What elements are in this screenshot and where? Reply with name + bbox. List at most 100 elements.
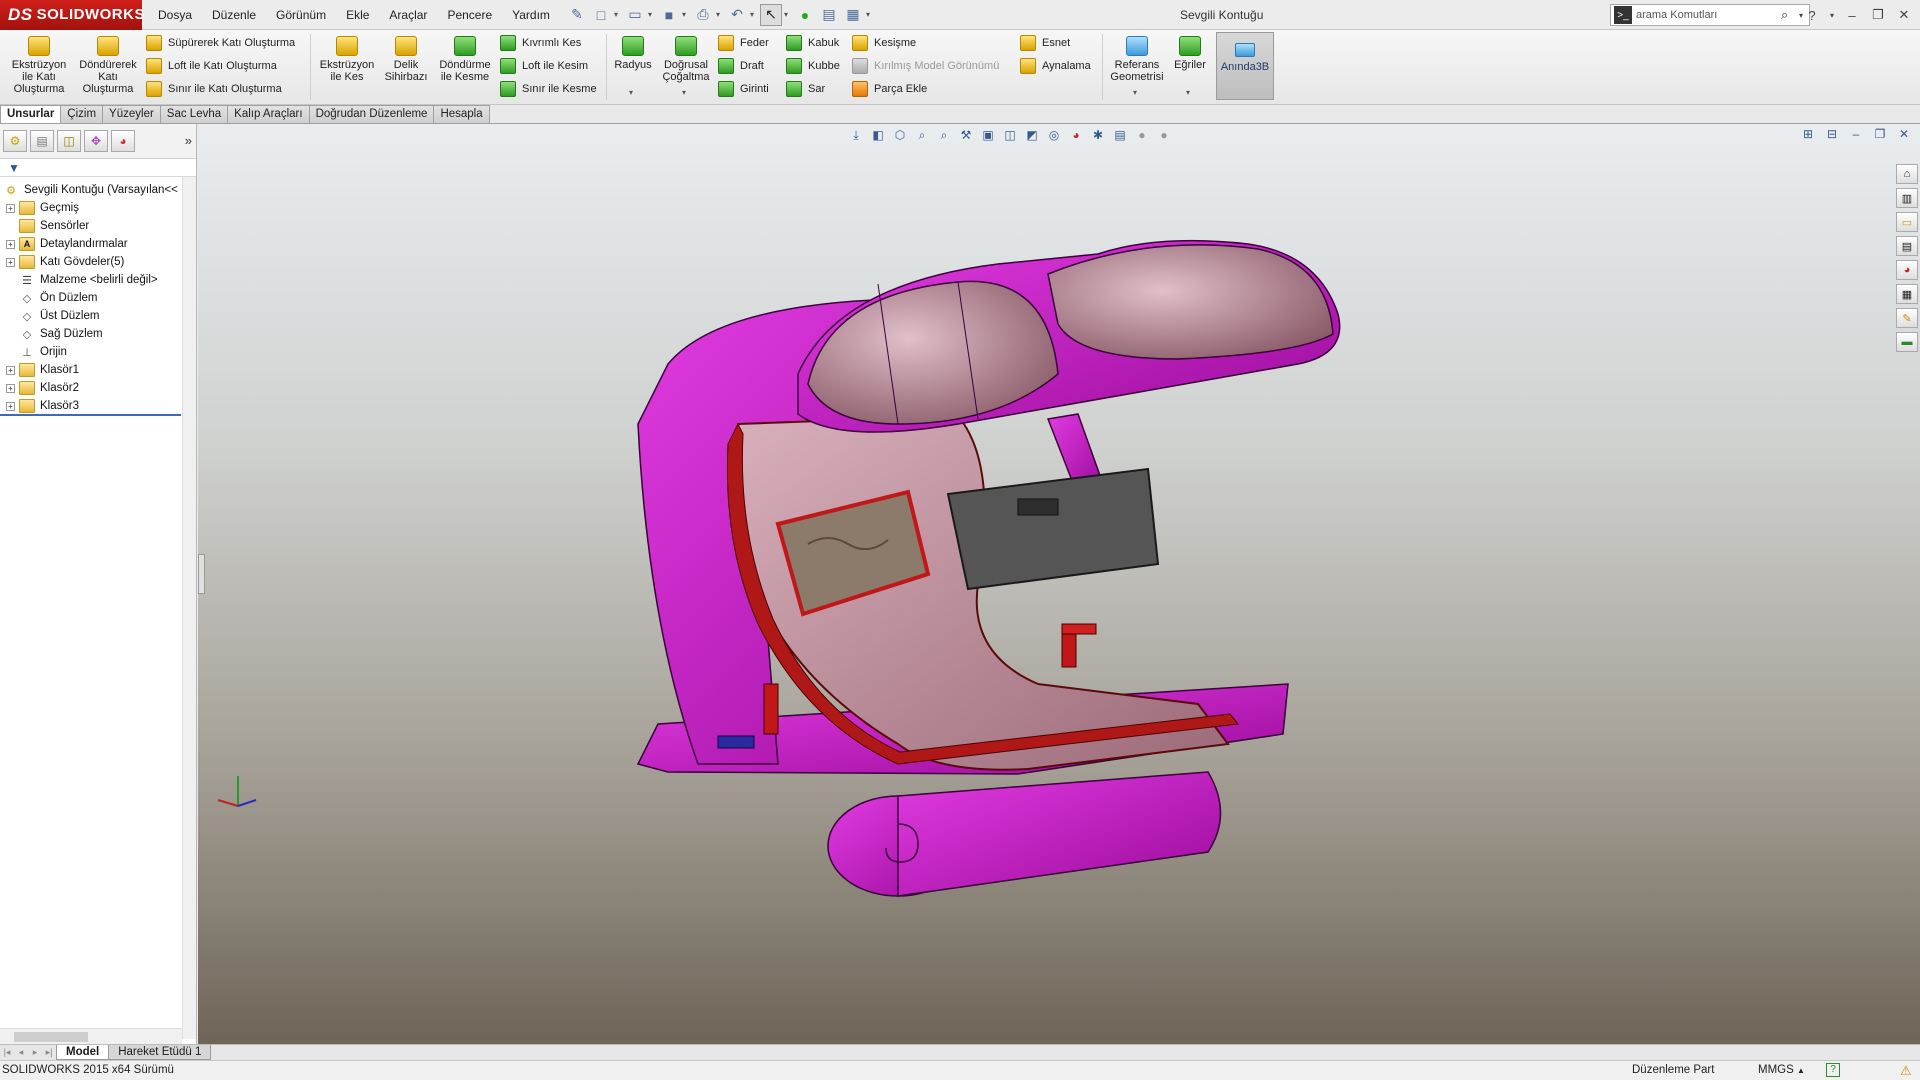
search-input[interactable]: arama Komutları [1636,9,1781,21]
dimxpert-tab-icon[interactable]: ✥ [84,130,108,152]
loft-boss-button[interactable]: Loft ile Katı Oluşturma [146,56,277,76]
open-folder-icon[interactable]: ▭ [624,4,646,26]
loft-cut-button[interactable]: Loft ile Kesim [500,56,588,76]
expand-panel-icon[interactable]: » [185,133,192,148]
tree-item-folder1[interactable]: + Klasör1 [0,361,79,379]
menu-help[interactable]: Yardım [502,0,560,30]
curves-dropdown-icon[interactable]: ▾ [1186,88,1190,97]
tree-item-sensors[interactable]: Sensörler [0,217,89,235]
tree-item-folder2[interactable]: + Klasör2 [0,379,79,397]
tree-item-annotations[interactable]: + A Detaylandırmalar [0,235,128,253]
menu-edit[interactable]: Düzenle [202,0,266,30]
pattern-dropdown-icon[interactable]: ▾ [682,88,686,97]
swept-cut-button[interactable]: Kıvrımlı Kes [500,33,581,53]
shell-button[interactable]: Kabuk [786,33,839,53]
tab-sheet-metal[interactable]: Sac Levha [159,105,229,123]
first-tab-icon[interactable]: |◂ [0,1046,14,1060]
flex-button[interactable]: Esnet [1020,33,1070,53]
print-icon[interactable]: ⎙ [692,4,714,26]
dome-button[interactable]: Kubbe [786,56,840,76]
menu-window[interactable]: Pencere [437,0,502,30]
new-dropdown-icon[interactable]: ▾ [614,10,622,19]
tab-motion-study[interactable]: Hareket Etüdü 1 [108,1045,212,1060]
mirror-button[interactable]: Aynalama [1020,56,1091,76]
scroll-thumb[interactable] [14,1032,88,1042]
tab-mold-tools[interactable]: Kalıp Araçları [227,105,310,123]
print-dropdown-icon[interactable]: ▾ [716,10,724,19]
tree-item-folder3[interactable]: + Klasör3 [0,397,79,415]
tree-item-history[interactable]: + Geçmiş [0,199,79,217]
tree-item-top-plane[interactable]: ◇ Üst Düzlem [0,307,100,325]
menu-view[interactable]: Görünüm [266,0,336,30]
tree-root[interactable]: ⚙ Sevgili Kontuğu (Varsayılan<< [0,181,178,199]
revolve-cut-button[interactable]: Döndürme ile Kesme [436,36,494,83]
property-manager-tab-icon[interactable]: ▤ [30,130,54,152]
tab-features[interactable]: Unsurlar [0,105,62,123]
search-icon[interactable]: ⌕ [1781,7,1799,23]
tree-vertical-scrollbar[interactable] [182,177,196,1039]
file-properties-icon[interactable]: ▤ [818,4,840,26]
tree-item-origin[interactable]: ⊥ Orijin [0,343,67,361]
status-help-icon[interactable]: ? [1826,1063,1840,1077]
extrude-cut-button[interactable]: Ekstrüzyon ile Kes [316,36,378,83]
select-dropdown-icon[interactable]: ▾ [784,10,792,19]
tree-item-right-plane[interactable]: ◇ Sağ Düzlem [0,325,103,343]
select-arrow-icon[interactable]: ↖ [759,3,782,26]
insert-part-button[interactable]: Parça Ekle [852,79,927,99]
expand-icon[interactable]: + [6,239,15,249]
new-document-icon[interactable]: □ [590,4,612,26]
restore-icon[interactable]: ❐ [1868,5,1888,25]
tab-surfaces[interactable]: Yüzeyler [102,105,161,123]
indent-button[interactable]: Girinti [718,79,769,99]
minimize-icon[interactable]: – [1842,5,1862,25]
save-icon[interactable]: ■ [658,4,680,26]
menu-insert[interactable]: Ekle [336,0,379,30]
rib-button[interactable]: Feder [718,33,769,53]
tab-evaluate[interactable]: Hesapla [433,105,490,123]
undo-icon[interactable]: ↶ [726,4,748,26]
tree-horizontal-scrollbar[interactable] [0,1028,182,1044]
rebuild-warning-icon[interactable]: ⚠ [1900,1063,1912,1079]
rebuild-traffic-light-icon[interactable]: ● [794,4,816,26]
hole-wizard-button[interactable]: Delik Sihirbazı [380,36,432,83]
search-commands-box[interactable]: >_ arama Komutları ⌕ ▾ [1610,4,1810,26]
open-dropdown-icon[interactable]: ▾ [648,10,656,19]
feature-manager-tab-icon[interactable]: ⚙ [3,130,27,152]
ref-geometry-dropdown-icon[interactable]: ▾ [1133,88,1137,97]
fillet-button[interactable]: Radyus [612,36,654,71]
sweep-boss-button[interactable]: Süpürerek Katı Oluşturma [146,33,295,53]
expand-icon[interactable]: + [6,203,15,213]
solidworks-logo[interactable]: DS SOLIDWORKS [0,0,144,30]
tab-sketch[interactable]: Çizim [60,105,104,123]
pin-icon[interactable]: ✎ [566,4,588,26]
tree-item-solid-bodies[interactable]: + Katı Gövdeler(5) [0,253,124,271]
last-tab-icon[interactable]: ▸| [42,1046,56,1060]
next-tab-icon[interactable]: ▸ [28,1046,42,1060]
unit-system-button[interactable]: MMGS ▲ [1758,1064,1805,1076]
display-manager-tab-icon[interactable]: ◕ [111,130,135,152]
undo-dropdown-icon[interactable]: ▾ [750,10,758,19]
configuration-manager-tab-icon[interactable]: ◫ [57,130,81,152]
curves-button[interactable]: Eğriler [1170,36,1210,71]
expand-icon[interactable]: + [6,257,15,267]
help-icon[interactable]: ? [1802,5,1822,25]
prev-tab-icon[interactable]: ◂ [14,1046,28,1060]
tab-model[interactable]: Model [56,1045,110,1060]
options-icon[interactable]: ▦ [842,4,864,26]
rollback-bar[interactable] [0,414,181,416]
menu-file[interactable]: Dosya [148,0,202,30]
menu-tools[interactable]: Araçlar [379,0,437,30]
tree-item-front-plane[interactable]: ◇ Ön Düzlem [0,289,98,307]
expand-icon[interactable]: + [6,365,15,375]
instant3d-button[interactable]: Anında3B [1216,32,1274,100]
expand-icon[interactable]: + [6,383,15,393]
tree-filter-icon[interactable]: ▼ [0,159,196,177]
tab-direct-editing[interactable]: Doğrudan Düzenleme [308,105,435,123]
close-icon[interactable]: ✕ [1894,5,1914,25]
options-dropdown-icon[interactable]: ▾ [866,10,874,19]
intersect-button[interactable]: Kesişme [852,33,916,53]
expand-icon[interactable]: + [6,401,15,411]
tree-item-material[interactable]: ☰ Malzeme <belirli değil> [0,271,158,289]
boundary-cut-button[interactable]: Sınır ile Kesme [500,79,597,99]
linear-pattern-button[interactable]: Doğrusal Çoğaltma [658,36,714,83]
